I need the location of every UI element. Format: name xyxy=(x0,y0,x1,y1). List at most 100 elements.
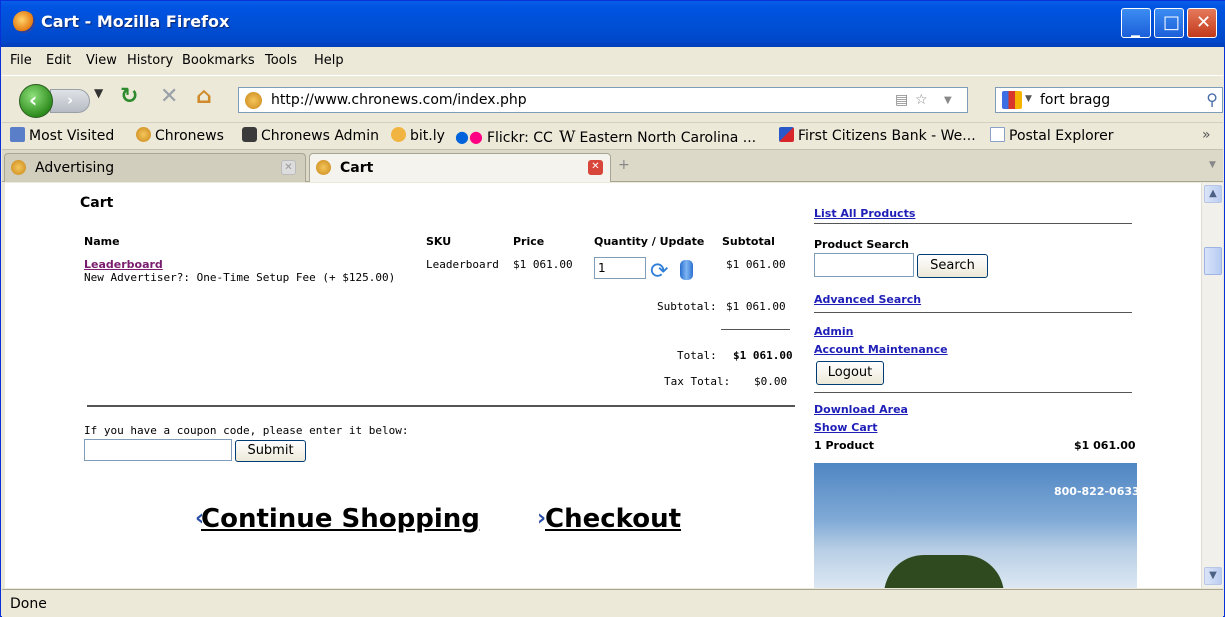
close-button[interactable]: ✕ xyxy=(1187,8,1217,38)
product-sku: Leaderboard xyxy=(426,258,499,271)
menu-tools[interactable]: Tools xyxy=(265,53,297,68)
col-name: Name xyxy=(84,235,120,248)
bookmark-most-visited[interactable]: Most Visited xyxy=(10,127,114,144)
page-icon xyxy=(990,127,1005,142)
flickr-icon: ● xyxy=(455,127,469,146)
sidebar-divider xyxy=(814,392,1132,393)
tab-bar: Advertising ✕ Cart ✕ + ▼ xyxy=(2,149,1223,182)
bookmarks-overflow-button[interactable]: » xyxy=(1202,127,1211,143)
minimize-button[interactable]: _ xyxy=(1121,8,1151,38)
new-tab-button[interactable]: + xyxy=(618,157,630,173)
col-sku: SKU xyxy=(426,235,452,248)
menu-file[interactable]: File xyxy=(10,53,32,68)
navigation-toolbar: › ‹ ▼ ↻ ✕ ⌂ http://www.chronews.com/inde… xyxy=(2,75,1223,121)
advanced-search-link[interactable]: Advanced Search xyxy=(814,293,921,306)
product-price: $1 061.00 xyxy=(513,258,573,271)
total-value: $1 061.00 xyxy=(733,349,793,362)
bookmark-bitly[interactable]: bit.ly xyxy=(391,127,445,144)
tree-image xyxy=(884,555,1004,588)
url-bar[interactable]: http://www.chronews.com/index.php ▤ ☆ ▼ xyxy=(238,87,968,113)
site-favicon xyxy=(245,92,262,109)
tab-advertising[interactable]: Advertising ✕ xyxy=(4,153,306,182)
menu-edit[interactable]: Edit xyxy=(46,53,71,68)
tax-value: $0.00 xyxy=(754,375,788,388)
menu-bar: File Edit View History Bookmarks Tools H… xyxy=(2,47,1223,75)
stop-icon[interactable]: ✕ xyxy=(160,84,178,109)
search-icon[interactable]: ⚲ xyxy=(1206,90,1218,109)
bookmark-star-icon[interactable]: ☆ xyxy=(915,92,928,108)
scroll-thumb[interactable] xyxy=(1204,247,1222,275)
quantity-input[interactable]: 1 xyxy=(594,257,646,279)
wikipedia-icon: W xyxy=(559,127,576,146)
bookmark-flickr[interactable]: ●● Flickr: CC xyxy=(455,127,553,146)
product-search-button[interactable]: Search xyxy=(917,254,988,278)
coupon-prompt: If you have a coupon code, please enter … xyxy=(84,424,409,437)
delete-icon[interactable] xyxy=(680,260,693,280)
window-title: Cart - Mozilla Firefox xyxy=(41,12,230,31)
status-bar: Done xyxy=(2,589,1223,617)
tab-list-icon[interactable]: ▼ xyxy=(1209,160,1216,170)
account-maintenance-link[interactable]: Account Maintenance xyxy=(814,343,948,356)
total-label: Total: xyxy=(677,349,717,362)
back-button[interactable]: ‹ xyxy=(19,84,53,118)
home-icon[interactable]: ⌂ xyxy=(196,84,212,109)
logout-button[interactable]: Logout xyxy=(816,361,884,385)
tab-close-icon[interactable]: ✕ xyxy=(281,160,296,175)
tab-favicon xyxy=(316,160,331,175)
search-bar[interactable]: ▼ fort bragg ⚲ xyxy=(995,87,1223,113)
vertical-scrollbar[interactable]: ▲ ▼ xyxy=(1201,183,1223,588)
search-query[interactable]: fort bragg xyxy=(1040,92,1110,108)
maximize-button[interactable]: □ xyxy=(1154,8,1184,38)
menu-history[interactable]: History xyxy=(127,53,173,68)
product-search-label: Product Search xyxy=(814,238,909,251)
status-text: Done xyxy=(10,596,47,612)
subtotal-value: $1 061.00 xyxy=(726,300,786,313)
google-icon[interactable] xyxy=(1002,91,1022,109)
admin-link[interactable]: Admin xyxy=(814,325,853,338)
forward-button[interactable]: › xyxy=(50,89,90,113)
menu-view[interactable]: View xyxy=(86,53,117,68)
bookmark-chronews-admin[interactable]: Chronews Admin xyxy=(242,127,379,144)
coupon-submit-button[interactable]: Submit xyxy=(235,440,306,462)
continue-shopping-link[interactable]: Continue Shopping xyxy=(201,504,480,534)
url-text[interactable]: http://www.chronews.com/index.php xyxy=(271,92,527,108)
show-cart-link[interactable]: Show Cart xyxy=(814,421,877,434)
bookmark-chronews[interactable]: Chronews xyxy=(136,127,224,144)
col-subtotal: Subtotal xyxy=(722,235,775,248)
bookmark-eastern-nc[interactable]: W Eastern North Carolina ... xyxy=(559,127,756,146)
menu-bookmarks[interactable]: Bookmarks xyxy=(182,53,255,68)
chronews-icon xyxy=(136,127,151,142)
bitly-icon xyxy=(391,127,406,142)
banner-phone: 800-822-0633 xyxy=(1054,485,1140,498)
sidebar-divider xyxy=(814,223,1132,224)
history-dropdown-icon[interactable]: ▼ xyxy=(94,86,103,100)
list-all-products-link[interactable]: List All Products xyxy=(814,207,915,220)
bookmark-first-citizens[interactable]: First Citizens Bank - We... xyxy=(779,127,976,144)
joomla-icon xyxy=(242,127,257,142)
scroll-down-icon[interactable]: ▼ xyxy=(1204,567,1222,585)
tab-cart[interactable]: Cart ✕ xyxy=(309,153,611,182)
tax-label: Tax Total: xyxy=(664,375,731,388)
totals-divider xyxy=(721,329,790,330)
download-area-link[interactable]: Download Area xyxy=(814,403,908,416)
product-search-input[interactable] xyxy=(814,253,914,277)
menu-help[interactable]: Help xyxy=(314,53,344,68)
page-title: Cart xyxy=(80,195,114,211)
product-option: New Advertiser?: One-Time Setup Fee (+ $… xyxy=(84,271,396,284)
checkout-link[interactable]: Checkout xyxy=(545,504,681,534)
coupon-input[interactable] xyxy=(84,439,232,461)
bookmark-postal-explorer[interactable]: Postal Explorer xyxy=(990,127,1114,144)
scroll-up-icon[interactable]: ▲ xyxy=(1204,185,1222,203)
advertisement-banner[interactable]: 800-822-0633 xyxy=(814,463,1140,588)
reload-icon[interactable]: ↻ xyxy=(120,84,138,109)
search-engine-dropdown-icon[interactable]: ▼ xyxy=(1025,94,1032,104)
url-dropdown-icon[interactable]: ▼ xyxy=(944,95,952,106)
update-icon[interactable]: ⟳ xyxy=(650,259,668,284)
sidebar-divider xyxy=(814,312,1132,313)
product-link[interactable]: Leaderboard xyxy=(84,258,163,271)
subtotal-label: Subtotal: xyxy=(657,300,717,313)
cart-count: 1 Product xyxy=(814,439,875,452)
feed-icon[interactable]: ▤ xyxy=(895,92,908,108)
tab-close-icon[interactable]: ✕ xyxy=(588,160,603,175)
coupon-divider xyxy=(87,405,795,407)
